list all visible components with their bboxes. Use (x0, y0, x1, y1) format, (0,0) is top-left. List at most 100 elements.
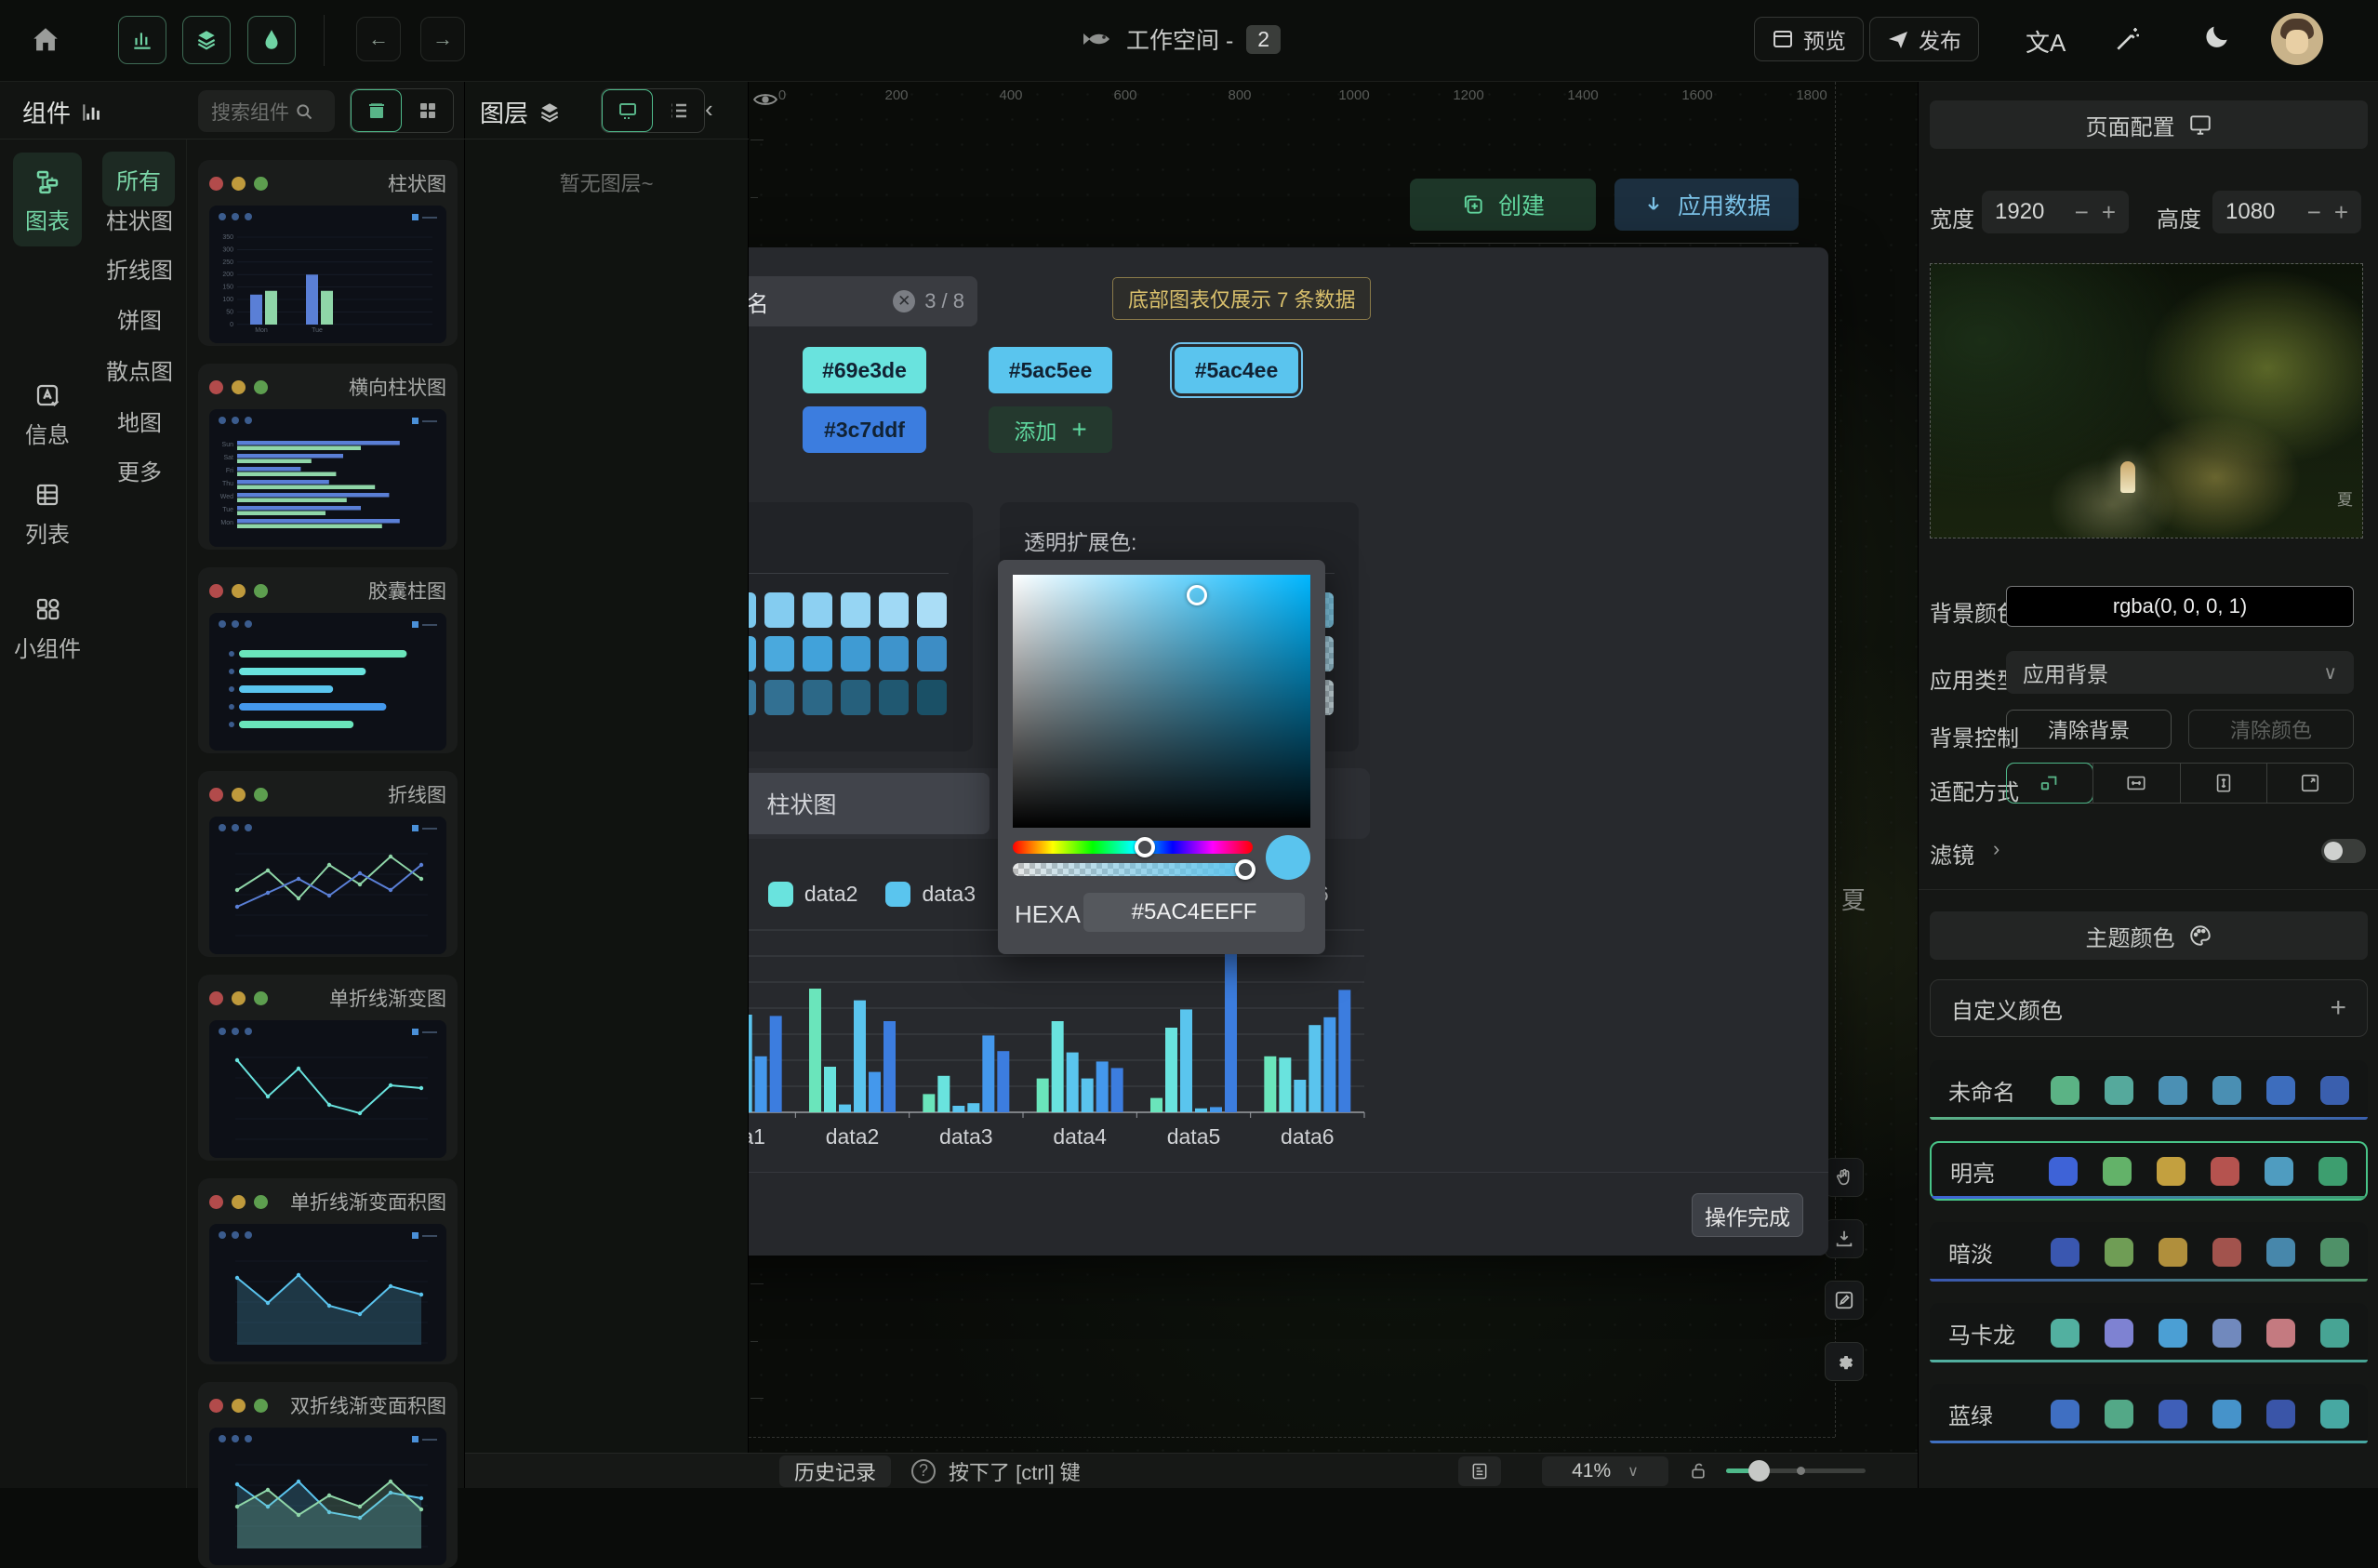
color-swatch[interactable]: #5ac4ee (1175, 347, 1298, 393)
component-card-area[interactable]: 单折线渐变面积图 (198, 1178, 458, 1364)
hue-cursor[interactable] (1135, 837, 1155, 857)
ext-color-swatch[interactable] (764, 680, 794, 715)
component-card-line1[interactable]: 单折线渐变图 (198, 975, 458, 1161)
drop-tool-button[interactable] (247, 16, 296, 64)
notes-button[interactable] (1458, 1456, 1501, 1486)
ext-color-swatch[interactable] (917, 636, 947, 671)
category-item-4[interactable]: 饼图 (93, 302, 186, 335)
component-card-bar[interactable]: 柱状图350300250200150100500MonTue (198, 160, 458, 346)
home-icon[interactable] (30, 24, 61, 56)
ext-color-swatch[interactable] (841, 680, 870, 715)
legend-item[interactable]: data2 (768, 882, 858, 907)
zoom-slider[interactable] (1726, 1468, 1866, 1473)
theme-row-4[interactable]: 马卡龙 (1930, 1303, 2368, 1362)
settings-tool-button[interactable] (1825, 1342, 1864, 1381)
category-item-6[interactable]: 地图 (93, 405, 186, 437)
layers-tool-button[interactable] (182, 16, 231, 64)
component-card-capsule[interactable]: 胶囊柱图 (198, 567, 458, 753)
ext-color-swatch[interactable] (917, 680, 947, 715)
monitor-view-button[interactable] (602, 89, 653, 132)
color-swatch[interactable]: #5ac5ee (989, 347, 1112, 393)
redo-button[interactable]: → (420, 17, 465, 61)
preview-button[interactable]: 预览 (1754, 17, 1864, 61)
clear-color-button[interactable]: 清除颜色 (2188, 710, 2354, 749)
ext-color-swatch[interactable] (803, 636, 832, 671)
sidebar-item-2[interactable]: 信息 (13, 381, 82, 449)
sv-cursor[interactable] (1187, 585, 1207, 605)
filter-toggle[interactable] (2321, 839, 2366, 863)
category-item-5[interactable]: 散点图 (93, 353, 186, 386)
add-custom-color-icon[interactable]: + (2330, 992, 2346, 1024)
height-input[interactable]: 1080 −+ (2212, 191, 2361, 233)
category-item-1[interactable]: 所有 (102, 152, 175, 206)
grid-view-button[interactable] (402, 89, 453, 132)
collapse-panel-icon[interactable]: ‹ (705, 95, 713, 124)
create-button[interactable]: 创建 (1410, 179, 1596, 231)
canvas[interactable]: 020040060080010001200140016001800 夏 创建 应… (749, 82, 1918, 1488)
theme-color-header[interactable]: 主题颜色 (1930, 911, 2368, 960)
color-swatch[interactable]: #69e3de (803, 347, 926, 393)
help-icon[interactable]: ? (911, 1459, 936, 1483)
zoom-slider-thumb[interactable] (1748, 1460, 1770, 1482)
color-swatch[interactable]: #3c7ddf (803, 406, 926, 453)
download-tool-button[interactable] (1825, 1219, 1864, 1258)
ext-color-swatch[interactable] (841, 636, 870, 671)
list-view-button[interactable] (653, 89, 704, 132)
done-button[interactable]: 操作完成 (1692, 1193, 1803, 1237)
avatar[interactable] (2271, 13, 2323, 65)
category-item-3[interactable]: 折线图 (93, 252, 186, 285)
ext-color-swatch[interactable] (749, 680, 756, 715)
theme-row-1[interactable]: 未命名 (1930, 1060, 2368, 1120)
fit-width-button[interactable] (2092, 764, 2179, 803)
page-config-header[interactable]: 页面配置 (1930, 100, 2368, 149)
hexa-input[interactable]: #5AC4EEFF (1083, 893, 1305, 932)
legend-item[interactable]: data3 (885, 882, 976, 907)
tab-bar-chart[interactable]: 柱状图 (749, 773, 990, 834)
name-input-group[interactable]: 名称: 未命名 ✕ 3 / 8 (749, 276, 977, 326)
saturation-value-area[interactable] (1013, 575, 1310, 828)
ext-color-swatch[interactable] (879, 592, 909, 628)
box-view-button[interactable] (351, 89, 402, 132)
component-card-hbar[interactable]: 横向柱状图SunSatFriThuWedTueMon (198, 364, 458, 550)
custom-color-card[interactable]: 自定义颜色 + (1930, 979, 2368, 1037)
zoom-select[interactable]: 41% ∨ (1542, 1456, 1668, 1486)
ext-color-swatch[interactable] (749, 636, 756, 671)
component-card-area2[interactable]: 双折线渐变面积图 (198, 1382, 458, 1568)
alpha-slider[interactable] (1013, 863, 1253, 876)
fit-auto-button[interactable] (2007, 764, 2092, 803)
fit-height-button[interactable] (2180, 764, 2266, 803)
theme-row-3[interactable]: 暗淡 (1930, 1222, 2368, 1282)
app-type-select[interactable]: 应用背景 ∨ (2006, 651, 2354, 694)
theme-row-2[interactable]: 明亮 (1930, 1141, 2368, 1201)
theme-row-5[interactable]: 蓝绿 (1930, 1384, 2368, 1443)
ext-color-swatch[interactable] (803, 680, 832, 715)
ext-color-swatch[interactable] (841, 592, 870, 628)
category-item-2[interactable]: 柱状图 (93, 203, 186, 235)
ext-color-swatch[interactable] (879, 680, 909, 715)
eye-icon[interactable] (753, 89, 777, 110)
dark-mode-icon[interactable] (2202, 22, 2232, 52)
language-icon[interactable]: 文A (2026, 24, 2066, 59)
chart-tool-button[interactable] (118, 16, 166, 64)
unlock-icon[interactable] (1689, 1460, 1707, 1482)
ext-color-swatch[interactable] (764, 636, 794, 671)
magic-wand-icon[interactable] (2113, 24, 2143, 54)
width-minus-button[interactable]: − (2075, 198, 2089, 227)
hand-tool-button[interactable] (1825, 1158, 1864, 1197)
ext-color-swatch[interactable] (749, 592, 756, 628)
edit-tool-button[interactable] (1825, 1281, 1864, 1320)
name-value[interactable]: 未命名 (749, 286, 769, 318)
clear-background-button[interactable]: 清除背景 (2006, 710, 2172, 749)
ext-color-swatch[interactable] (764, 592, 794, 628)
search-input[interactable]: 搜索组件 (198, 90, 335, 132)
sidebar-item-4[interactable]: 小组件 (13, 595, 82, 663)
component-card-line[interactable]: 折线图 (198, 771, 458, 957)
ext-color-swatch[interactable] (917, 592, 947, 628)
fit-full-button[interactable] (2266, 764, 2353, 803)
bg-color-value[interactable]: rgba(0, 0, 0, 1) (2006, 586, 2354, 627)
category-item-7[interactable]: 更多 (93, 454, 186, 486)
alpha-cursor[interactable] (1235, 859, 1255, 880)
history-button[interactable]: 历史记录 (779, 1455, 891, 1487)
width-input[interactable]: 1920 −+ (1982, 191, 2129, 233)
width-plus-button[interactable]: + (2102, 198, 2116, 227)
